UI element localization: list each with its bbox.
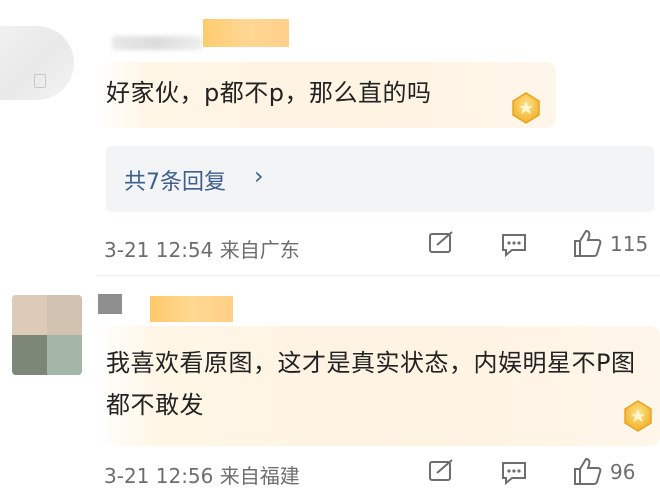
comment-meta: 3-21 12:54 来自广东: [104, 238, 300, 262]
comment-actions: 115: [420, 226, 660, 258]
comment-text: 好家伙，p都不p，那么直的吗: [106, 79, 432, 107]
username-mask: [203, 19, 289, 47]
comment-icon[interactable]: [500, 232, 528, 258]
replies-label: 共7条回复: [124, 170, 226, 195]
comment-item-2: 我喜欢看原图，这才是真实状态，内娱明星不P图都不敢发 3-21 12:56 来自…: [0, 276, 660, 501]
comment-icon[interactable]: [500, 460, 528, 486]
share-icon[interactable]: [428, 230, 456, 256]
comment-text: 我喜欢看原图，这才是真实状态，内娱明星不P图都不敢发: [106, 349, 636, 419]
comment-meta: 3-21 12:56 来自福建: [104, 464, 300, 488]
like-count: 96: [610, 460, 636, 484]
avatar[interactable]: [0, 26, 74, 100]
avatar-mark: [34, 74, 46, 88]
comment-actions: 96: [420, 454, 660, 486]
username-blurred[interactable]: [112, 36, 202, 50]
comment-item-1: 好家伙，p都不p，那么直的吗 共7条回复 › 3-21 12:54 来自广东 1…: [0, 0, 660, 276]
like-count: 115: [610, 232, 649, 256]
username-blurred[interactable]: [98, 294, 122, 314]
username-mask: [150, 296, 233, 322]
chevron-right-icon: ›: [254, 162, 264, 190]
badge-icon: [512, 92, 540, 124]
badge-icon: [624, 400, 652, 432]
like-icon[interactable]: [572, 456, 604, 486]
like-icon[interactable]: [572, 228, 604, 258]
replies-link[interactable]: 共7条回复 ›: [106, 146, 654, 212]
avatar[interactable]: [12, 295, 82, 375]
share-icon[interactable]: [428, 458, 456, 484]
